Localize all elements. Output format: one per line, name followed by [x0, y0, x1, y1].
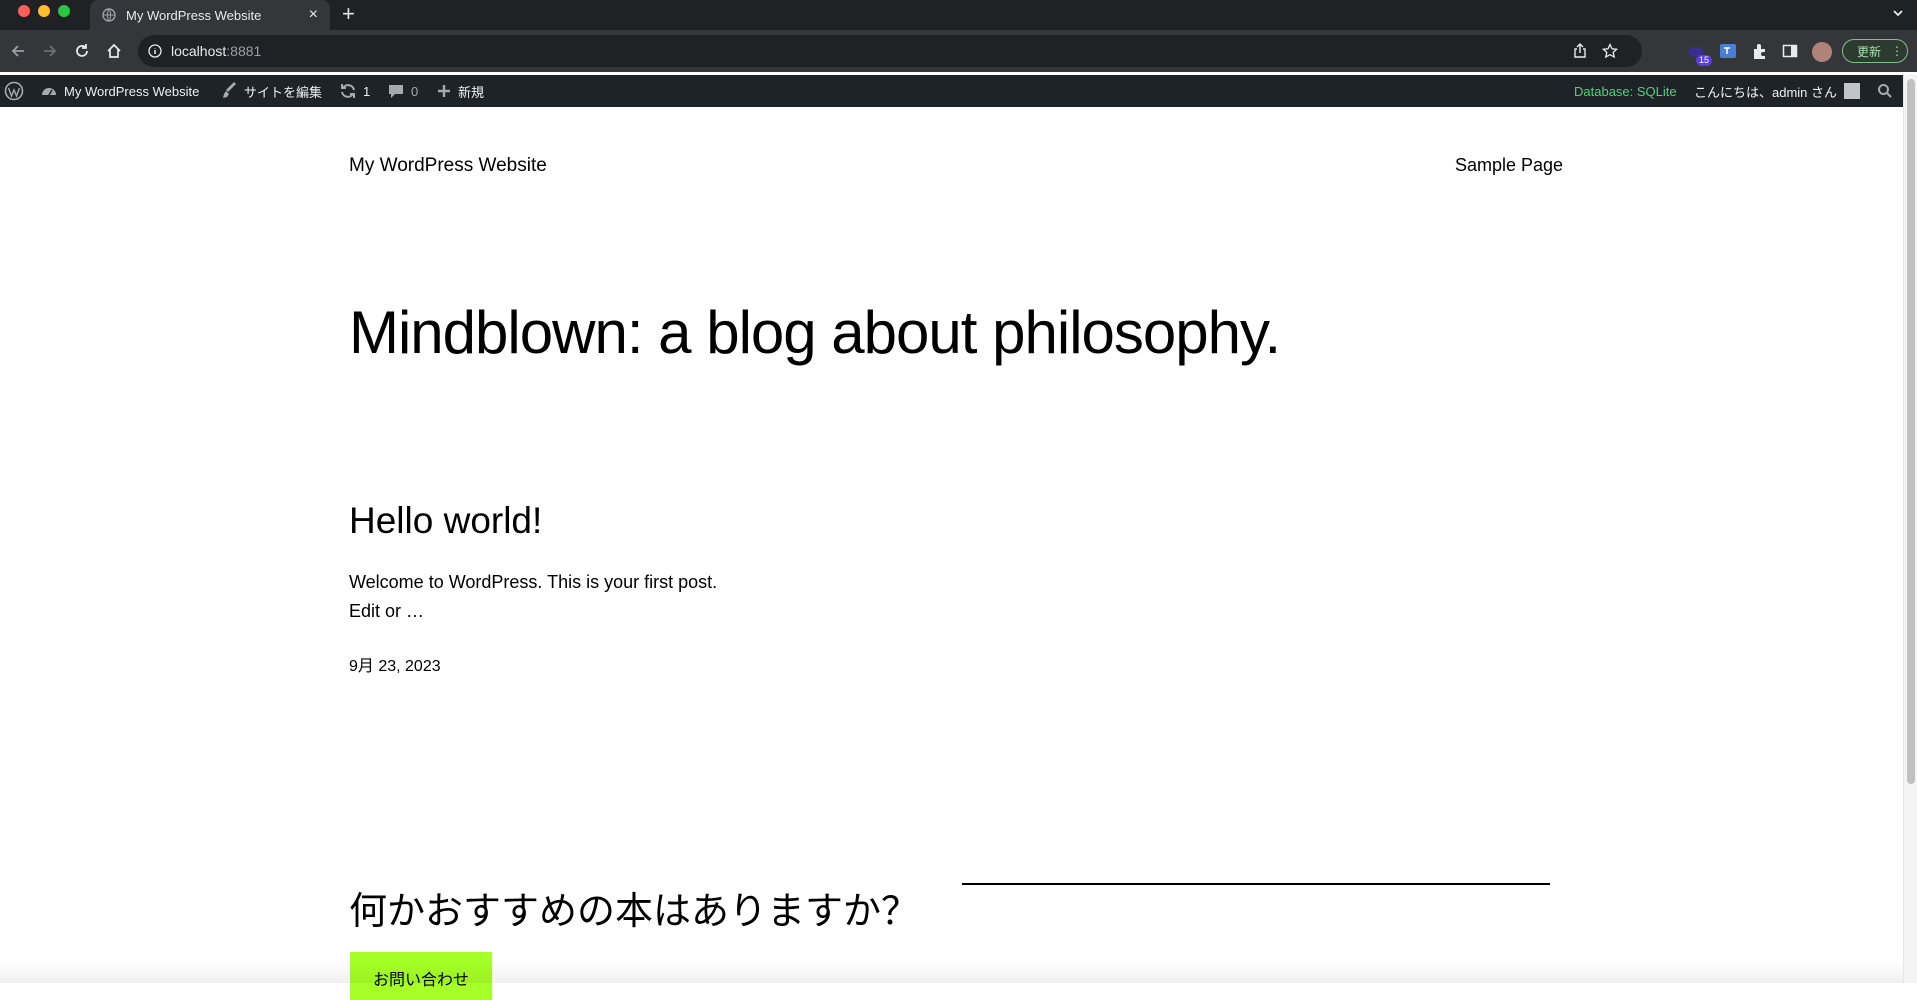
- reload-icon[interactable]: [72, 41, 92, 61]
- dashboard-icon: [42, 88, 56, 96]
- scrollbar-thumb[interactable]: [1907, 79, 1915, 784]
- url-text: localhost:8881: [171, 43, 261, 59]
- search-icon[interactable]: [1877, 75, 1899, 107]
- home-icon[interactable]: [104, 41, 124, 61]
- excerpt-line: Welcome to WordPress. This is your first…: [349, 572, 718, 592]
- browser-tab-strip: My WordPress Website × +: [0, 0, 1917, 30]
- avatar: [1844, 83, 1861, 99]
- wordpress-logo-icon[interactable]: [4, 75, 30, 107]
- window-close-button[interactable]: [18, 5, 30, 17]
- globe-icon: [102, 8, 116, 22]
- post-title[interactable]: Hello world!: [349, 500, 542, 542]
- forward-icon[interactable]: [40, 41, 60, 61]
- update-button[interactable]: 更新 ⋮: [1842, 39, 1908, 63]
- updates-link[interactable]: 1: [339, 75, 370, 107]
- comments-icon: [389, 85, 403, 98]
- bottom-shadow: [0, 960, 1903, 983]
- admin-bar-site-name[interactable]: My WordPress Website: [40, 75, 199, 107]
- edit-site-label: サイトを編集: [244, 84, 323, 100]
- new-content-label: 新規: [458, 84, 485, 100]
- page-heading: Mindblown: a blog about philosophy.: [349, 299, 1281, 366]
- comments-link[interactable]: 0: [387, 75, 418, 107]
- excerpt-line: Edit or …: [349, 601, 425, 621]
- site-title[interactable]: My WordPress Website: [349, 155, 547, 177]
- comments-count: 0: [411, 83, 419, 99]
- post-date: 9月 23, 2023: [349, 658, 441, 675]
- updates-count: 1: [363, 83, 371, 99]
- share-icon[interactable]: [1572, 43, 1588, 64]
- browser-toolbar: localhost:8881 15 更新 ⋮: [0, 30, 1917, 72]
- contact-button[interactable]: お問い合わせ: [350, 952, 492, 1000]
- wp-admin-bar: My WordPress Website サイトを編集 1 0 新規 Datab…: [0, 75, 1917, 107]
- brush-icon: [223, 82, 236, 98]
- new-content-link[interactable]: 新規: [436, 75, 484, 107]
- tab-title: My WordPress Website: [126, 7, 262, 23]
- cta-heading: 何かおすすめの本はありますか？: [349, 891, 920, 933]
- more-icon: ⋮: [1891, 44, 1904, 58]
- url-host: localhost: [171, 43, 227, 59]
- star-icon[interactable]: [1601, 42, 1619, 64]
- window-minimize-button[interactable]: [38, 5, 50, 17]
- page-scrollbar[interactable]: [1903, 75, 1917, 983]
- admin-bar-site-label: My WordPress Website: [64, 83, 200, 99]
- url-port: :8881: [226, 43, 262, 59]
- extension-badge: 15: [1696, 55, 1713, 66]
- sidepanel-icon[interactable]: [1780, 41, 1800, 61]
- updates-icon: [341, 84, 355, 98]
- avatar[interactable]: [1812, 42, 1832, 62]
- greeting-text: こんにちは、admin さん: [1694, 84, 1838, 100]
- window-zoom-button[interactable]: [58, 5, 70, 17]
- my-account-link[interactable]: こんにちは、admin さん: [1694, 75, 1861, 107]
- post-excerpt: Welcome to WordPress. This is your first…: [349, 568, 849, 626]
- plus-icon[interactable]: +: [342, 3, 355, 25]
- nav-link-sample-page[interactable]: Sample Page: [1455, 155, 1563, 176]
- address-bar[interactable]: localhost:8881: [138, 35, 1642, 67]
- back-icon[interactable]: [8, 41, 28, 61]
- chevron-down-icon[interactable]: [1891, 6, 1905, 25]
- update-label: 更新: [1857, 44, 1882, 59]
- browser-tab[interactable]: My WordPress Website ×: [90, 0, 330, 30]
- plus-icon: [438, 85, 450, 97]
- translate-icon[interactable]: [1718, 41, 1738, 61]
- extensions-icon[interactable]: [1750, 41, 1770, 61]
- edit-site-link[interactable]: サイトを編集: [220, 75, 322, 107]
- close-icon[interactable]: ×: [309, 7, 318, 23]
- separator: [962, 883, 1550, 885]
- info-icon[interactable]: [148, 44, 162, 63]
- database-indicator: Database: SQLite: [1574, 83, 1677, 99]
